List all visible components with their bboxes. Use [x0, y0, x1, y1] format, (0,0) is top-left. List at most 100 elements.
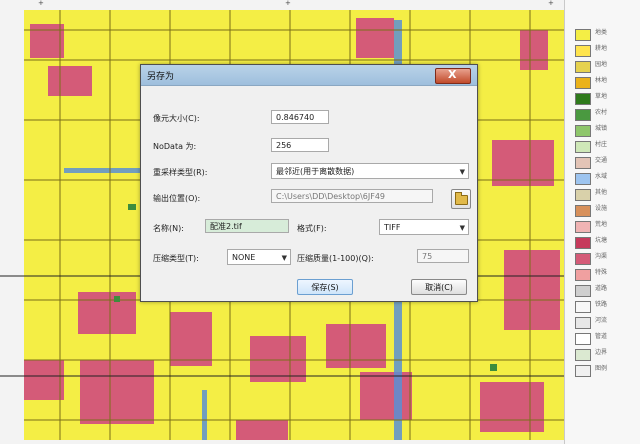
legend-label: 草地: [595, 93, 608, 100]
legend-label: 边界: [595, 349, 608, 356]
legend-swatch: [575, 205, 591, 217]
legend-item: 地类: [575, 28, 639, 42]
legend-label: 特殊: [595, 269, 608, 276]
legend-label: 耕地: [595, 45, 608, 52]
legend-item: 草地: [575, 92, 639, 106]
folder-icon: [455, 192, 468, 205]
legend-item: 沟渠: [575, 252, 639, 266]
legend-label: 设施: [595, 205, 608, 212]
legend-item: 图例: [575, 364, 639, 378]
legend-item: 特殊: [575, 268, 639, 282]
legend-item: 边界: [575, 348, 639, 362]
name-input[interactable]: 配准2.tif: [205, 219, 289, 233]
legend-label: 沟渠: [595, 253, 608, 260]
legend-swatch: [575, 29, 591, 41]
map-legend: 地类 耕地 园地 林地 草地 农村 城镇 村庄 交通 水域 其他 设施 荒地 坑…: [564, 0, 640, 444]
resample-type-dropdown[interactable]: 最邻近(用于离散数据) ▼: [271, 163, 469, 179]
compression-quality-label: 压缩质量(1-100)(Q):: [297, 254, 374, 263]
resample-type-label: 重采样类型(R):: [153, 168, 208, 177]
legend-swatch: [575, 109, 591, 121]
legend-item: 管道: [575, 332, 639, 346]
cancel-button[interactable]: 取消(C): [411, 279, 467, 295]
legend-item: 村庄: [575, 140, 639, 154]
format-label: 格式(F):: [297, 224, 327, 233]
legend-label: 图例: [595, 365, 608, 372]
legend-swatch: [575, 285, 591, 297]
legend-swatch: [575, 221, 591, 233]
legend-label: 城镇: [595, 125, 608, 132]
cell-size-label: 像元大小(C):: [153, 114, 200, 123]
resample-type-value: 最邻近(用于离散数据): [276, 167, 355, 176]
legend-label: 铁路: [595, 301, 608, 308]
compression-type-dropdown[interactable]: NONE ▼: [227, 249, 291, 265]
legend-label: 管道: [595, 333, 608, 340]
chevron-down-icon: ▼: [459, 168, 465, 176]
dialog-title: 另存为: [147, 72, 175, 82]
save-button[interactable]: 保存(S): [297, 279, 353, 295]
chevron-down-icon: ▼: [281, 254, 287, 262]
legend-label: 河流: [595, 317, 608, 324]
legend-swatch: [575, 45, 591, 57]
close-icon: X: [448, 68, 457, 81]
output-location-label: 输出位置(O):: [153, 194, 201, 203]
legend-item: 河流: [575, 316, 639, 330]
legend-label: 坑塘: [595, 237, 608, 244]
legend-item: 交通: [575, 156, 639, 170]
legend-item: 设施: [575, 204, 639, 218]
legend-swatch: [575, 349, 591, 361]
legend-item: 坑塘: [575, 236, 639, 250]
legend-swatch: [575, 77, 591, 89]
save-as-dialog: 另存为 X 像元大小(C): 0.846740 NoData 为: 256 重采…: [140, 64, 478, 302]
compression-quality-input[interactable]: 75: [417, 249, 469, 263]
compression-type-value: NONE: [232, 253, 256, 262]
close-button[interactable]: X: [435, 68, 471, 84]
format-dropdown[interactable]: TIFF ▼: [379, 219, 469, 235]
map-coordinate-mark-right: +: [548, 0, 554, 7]
legend-item: 耕地: [575, 44, 639, 58]
legend-swatch: [575, 61, 591, 73]
legend-swatch: [575, 333, 591, 345]
legend-label: 地类: [595, 29, 608, 36]
legend-item: 农村: [575, 108, 639, 122]
dialog-titlebar[interactable]: 另存为 X: [141, 65, 477, 86]
legend-swatch: [575, 365, 591, 377]
compression-type-label: 压缩类型(T):: [153, 254, 199, 263]
format-value: TIFF: [384, 223, 401, 232]
name-label: 名称(N):: [153, 224, 184, 233]
legend-swatch: [575, 253, 591, 265]
legend-swatch: [575, 173, 591, 185]
legend-swatch: [575, 269, 591, 281]
legend-swatch: [575, 93, 591, 105]
chevron-down-icon: ▼: [459, 224, 465, 232]
legend-item: 水域: [575, 172, 639, 186]
map-coordinate-mark-left: +: [38, 0, 44, 7]
legend-swatch: [575, 317, 591, 329]
legend-item: 铁路: [575, 300, 639, 314]
legend-label: 其他: [595, 189, 608, 196]
legend-item: 城镇: [575, 124, 639, 138]
legend-label: 园地: [595, 61, 608, 68]
output-location-input[interactable]: C:\Users\DD\Desktop\6JF49: [271, 189, 433, 203]
legend-item: 其他: [575, 188, 639, 202]
cell-size-input[interactable]: 0.846740: [271, 110, 329, 124]
map-coordinate-mark-middle: +: [285, 0, 291, 7]
legend-label: 村庄: [595, 141, 608, 148]
legend-swatch: [575, 301, 591, 313]
legend-swatch: [575, 237, 591, 249]
legend-label: 农村: [595, 109, 608, 116]
legend-label: 荒地: [595, 221, 608, 228]
legend-item: 林地: [575, 76, 639, 90]
legend-swatch: [575, 157, 591, 169]
legend-swatch: [575, 141, 591, 153]
legend-item: 道路: [575, 284, 639, 298]
legend-item: 园地: [575, 60, 639, 74]
browse-folder-button[interactable]: [451, 189, 471, 209]
legend-label: 水域: [595, 173, 608, 180]
nodata-input[interactable]: 256: [271, 138, 329, 152]
legend-swatch: [575, 125, 591, 137]
legend-label: 交通: [595, 157, 608, 164]
legend-label: 道路: [595, 285, 608, 292]
nodata-label: NoData 为:: [153, 142, 197, 151]
legend-label: 林地: [595, 77, 608, 84]
legend-item: 荒地: [575, 220, 639, 234]
